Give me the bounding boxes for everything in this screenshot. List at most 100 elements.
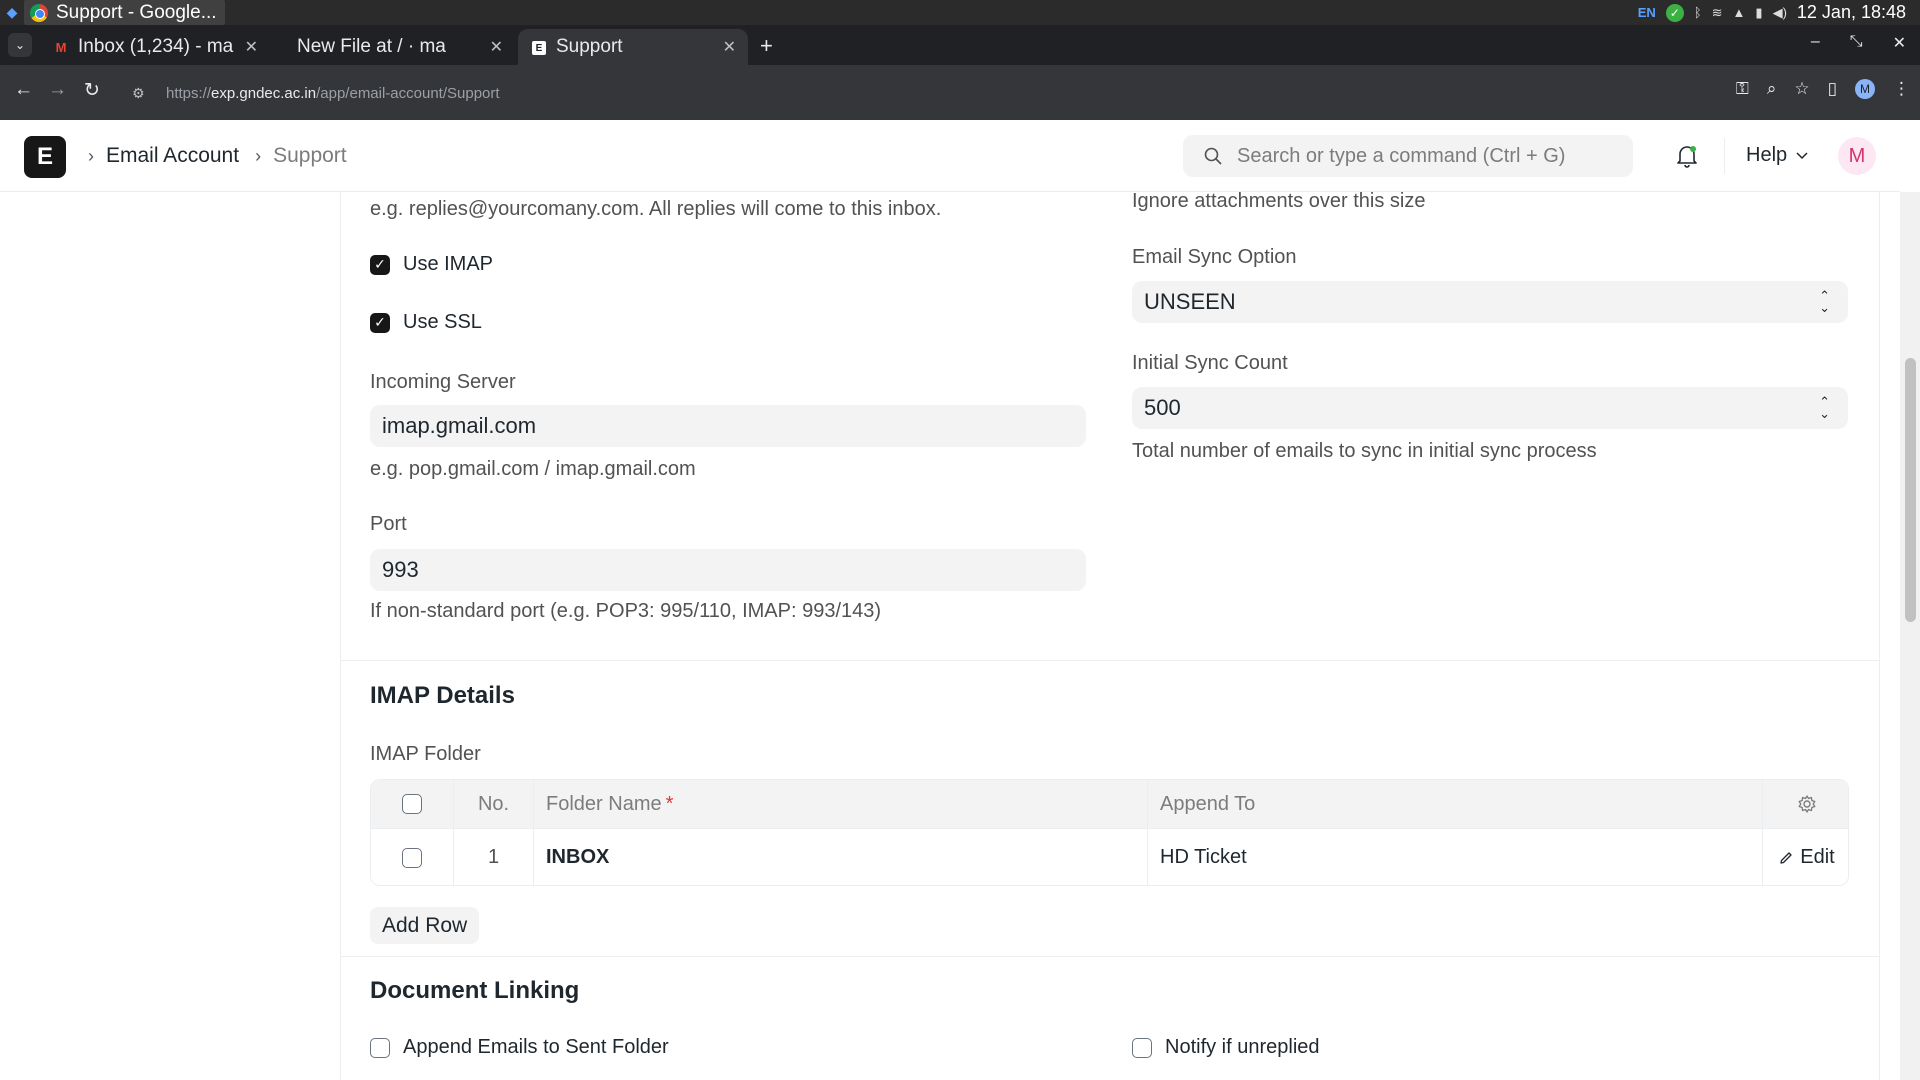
close-tab-icon[interactable]: ✕ bbox=[490, 37, 503, 57]
use-ssl-label: Use SSL bbox=[403, 311, 482, 333]
keyboard-layout-indicator[interactable]: EN bbox=[1638, 5, 1656, 20]
tab-search-icon[interactable]: ⌄ bbox=[8, 33, 32, 57]
breadcrumb-email-account[interactable]: Email Account bbox=[106, 144, 239, 168]
attachment-limit-description: Ignore attachments over this size bbox=[1132, 190, 1426, 212]
clock[interactable]: 12 Jan, 18:48 bbox=[1797, 2, 1906, 23]
use-imap-checkbox-row[interactable]: ✓ Use IMAP bbox=[370, 253, 493, 276]
select-all-checkbox[interactable] bbox=[402, 794, 422, 814]
wifi-icon[interactable]: ≋ bbox=[1712, 5, 1723, 21]
port-description: If non-standard port (e.g. POP3: 995/110… bbox=[370, 600, 882, 622]
use-imap-label: Use IMAP bbox=[403, 253, 494, 275]
battery-icon[interactable]: ▮ bbox=[1755, 5, 1762, 21]
browser-tab-gmail[interactable]: M Inbox (1,234) - ma ✕ bbox=[40, 29, 270, 65]
gear-icon[interactable] bbox=[1797, 794, 1817, 814]
add-row-button[interactable]: Add Row bbox=[370, 907, 480, 944]
column-header-append-to: Append To bbox=[1147, 780, 1762, 828]
append-to-cell[interactable]: HD Ticket bbox=[1147, 829, 1762, 885]
chevron-right-icon: › bbox=[88, 145, 94, 166]
email-sync-option-label: Email Sync Option bbox=[1132, 246, 1297, 268]
password-key-icon[interactable]: ⚿ bbox=[1736, 79, 1749, 99]
chevron-down-icon bbox=[1796, 151, 1808, 159]
minimize-icon[interactable]: – bbox=[1811, 33, 1820, 53]
tab-title: Inbox (1,234) - ma bbox=[78, 36, 234, 57]
url-text[interactable]: https://exp.gndec.ac.in/app/email-accoun… bbox=[166, 85, 500, 102]
chevron-right-icon: › bbox=[255, 145, 262, 166]
forward-arrow-icon[interactable]: → bbox=[48, 79, 67, 101]
row-number: 1 bbox=[453, 829, 533, 885]
table-row[interactable]: 1 INBOX HD Ticket Edit bbox=[371, 828, 1848, 885]
address-bar[interactable]: ⚙ https://exp.gndec.ac.in/app/email-acco… bbox=[122, 75, 1682, 111]
close-window-icon[interactable]: ✕ bbox=[1893, 33, 1906, 53]
form-card bbox=[340, 192, 1880, 1080]
scrollbar-thumb[interactable] bbox=[1905, 358, 1916, 622]
awesome-bar[interactable] bbox=[1183, 135, 1633, 177]
use-imap-checkbox[interactable]: ✓ bbox=[370, 254, 390, 275]
os-menu-icon[interactable]: ◆ bbox=[0, 0, 24, 25]
port-field[interactable]: 993 bbox=[370, 549, 1086, 591]
profile-avatar[interactable]: M bbox=[1855, 79, 1875, 99]
notification-bell-icon[interactable]: ▲ bbox=[1733, 5, 1746, 20]
initial-sync-count-select[interactable]: 500 ⌃ ⌄ bbox=[1132, 387, 1848, 429]
search-input[interactable] bbox=[1237, 144, 1617, 168]
folder-name-cell[interactable]: INBOX bbox=[533, 829, 1147, 885]
edit-label: Edit bbox=[1800, 846, 1835, 868]
use-ssl-checkbox[interactable]: ✓ bbox=[370, 312, 390, 333]
notify-unreplied-checkbox-row[interactable]: Notify if unreplied bbox=[1132, 1036, 1320, 1059]
browser-menu-icon[interactable]: ⋮ bbox=[1893, 79, 1910, 99]
email-sync-option-select[interactable]: UNSEEN ⌃ ⌄ bbox=[1132, 281, 1848, 323]
initial-sync-count-value: 500 bbox=[1144, 395, 1181, 420]
required-asterisk: * bbox=[665, 792, 674, 815]
frappe-icon: E bbox=[532, 41, 546, 56]
active-window-indicator[interactable]: Support - Google... bbox=[24, 0, 225, 25]
append-sent-label: Append Emails to Sent Folder bbox=[403, 1036, 669, 1058]
help-label: Help bbox=[1746, 144, 1788, 166]
user-avatar[interactable]: M bbox=[1838, 137, 1876, 175]
edit-row-button[interactable]: Edit bbox=[1762, 829, 1848, 885]
help-dropdown[interactable]: Help bbox=[1746, 144, 1809, 167]
browser-tab-new-file[interactable]: New File at / · ma ✕ bbox=[285, 29, 515, 65]
close-tab-icon[interactable]: ✕ bbox=[245, 37, 258, 57]
breadcrumb-support[interactable]: Support bbox=[273, 144, 347, 168]
section-divider bbox=[341, 660, 1879, 661]
app-navbar: E › Email Account › Support Help M bbox=[0, 120, 1900, 192]
email-sync-option-value: UNSEEN bbox=[1144, 289, 1236, 314]
browser-tab-strip: ⌄ M Inbox (1,234) - ma ✕ New File at / ·… bbox=[0, 25, 1920, 65]
document-linking-title[interactable]: Document Linking bbox=[370, 977, 579, 1005]
tab-title: New File at / · ma bbox=[297, 36, 446, 57]
imap-folder-label: IMAP Folder bbox=[370, 743, 481, 765]
os-top-bar: ◆ Support - Google... EN ✓ ᛒ ≋ ▲ ▮ ◀) 12… bbox=[0, 0, 1920, 25]
volume-icon[interactable]: ◀) bbox=[1773, 5, 1787, 21]
use-ssl-checkbox-row[interactable]: ✓ Use SSL bbox=[370, 311, 482, 334]
zoom-icon[interactable]: ⌕ bbox=[1767, 79, 1777, 99]
active-window-title: Support - Google... bbox=[56, 1, 217, 23]
site-info-icon[interactable]: ⚙ bbox=[132, 85, 156, 102]
tab-title: Support bbox=[556, 36, 623, 57]
reload-icon[interactable]: ↻ bbox=[84, 79, 100, 102]
chrome-icon bbox=[30, 3, 48, 22]
browser-toolbar: ← → ↻ ⚙ https://exp.gndec.ac.in/app/emai… bbox=[0, 65, 1920, 120]
breadcrumb: › Email Account › Support bbox=[86, 144, 347, 168]
new-tab-icon[interactable]: + bbox=[760, 33, 773, 59]
close-tab-icon[interactable]: ✕ bbox=[723, 37, 736, 57]
append-sent-checkbox-row[interactable]: Append Emails to Sent Folder bbox=[370, 1036, 669, 1059]
back-arrow-icon[interactable]: ← bbox=[14, 79, 33, 101]
bluetooth-icon[interactable]: ᛒ bbox=[1694, 5, 1702, 20]
shield-check-icon[interactable]: ✓ bbox=[1665, 3, 1684, 22]
initial-sync-count-label: Initial Sync Count bbox=[1132, 352, 1288, 374]
side-panel-icon[interactable]: ▯ bbox=[1828, 79, 1837, 99]
imap-details-title[interactable]: IMAP Details bbox=[370, 682, 515, 710]
append-sent-checkbox[interactable] bbox=[370, 1037, 390, 1058]
app-logo[interactable]: E bbox=[24, 136, 66, 178]
incoming-server-field[interactable]: imap.gmail.com bbox=[370, 405, 1086, 447]
bookmark-star-icon[interactable]: ☆ bbox=[1794, 79, 1809, 99]
restore-icon[interactable]: ⤡ bbox=[1850, 33, 1863, 53]
table-header: No. Folder Name * Append To bbox=[371, 780, 1848, 828]
incoming-server-description: e.g. pop.gmail.com / imap.gmail.com bbox=[370, 458, 696, 480]
email-id-description: e.g. replies@yourcomany.com. All replies… bbox=[370, 198, 942, 220]
page-scrollbar[interactable] bbox=[1900, 192, 1920, 1080]
row-checkbox[interactable] bbox=[402, 847, 422, 868]
notification-bell-icon[interactable] bbox=[1675, 143, 1699, 169]
search-icon bbox=[1204, 147, 1222, 165]
browser-tab-support[interactable]: E Support ✕ bbox=[518, 29, 748, 65]
notify-unreplied-checkbox[interactable] bbox=[1132, 1037, 1152, 1058]
